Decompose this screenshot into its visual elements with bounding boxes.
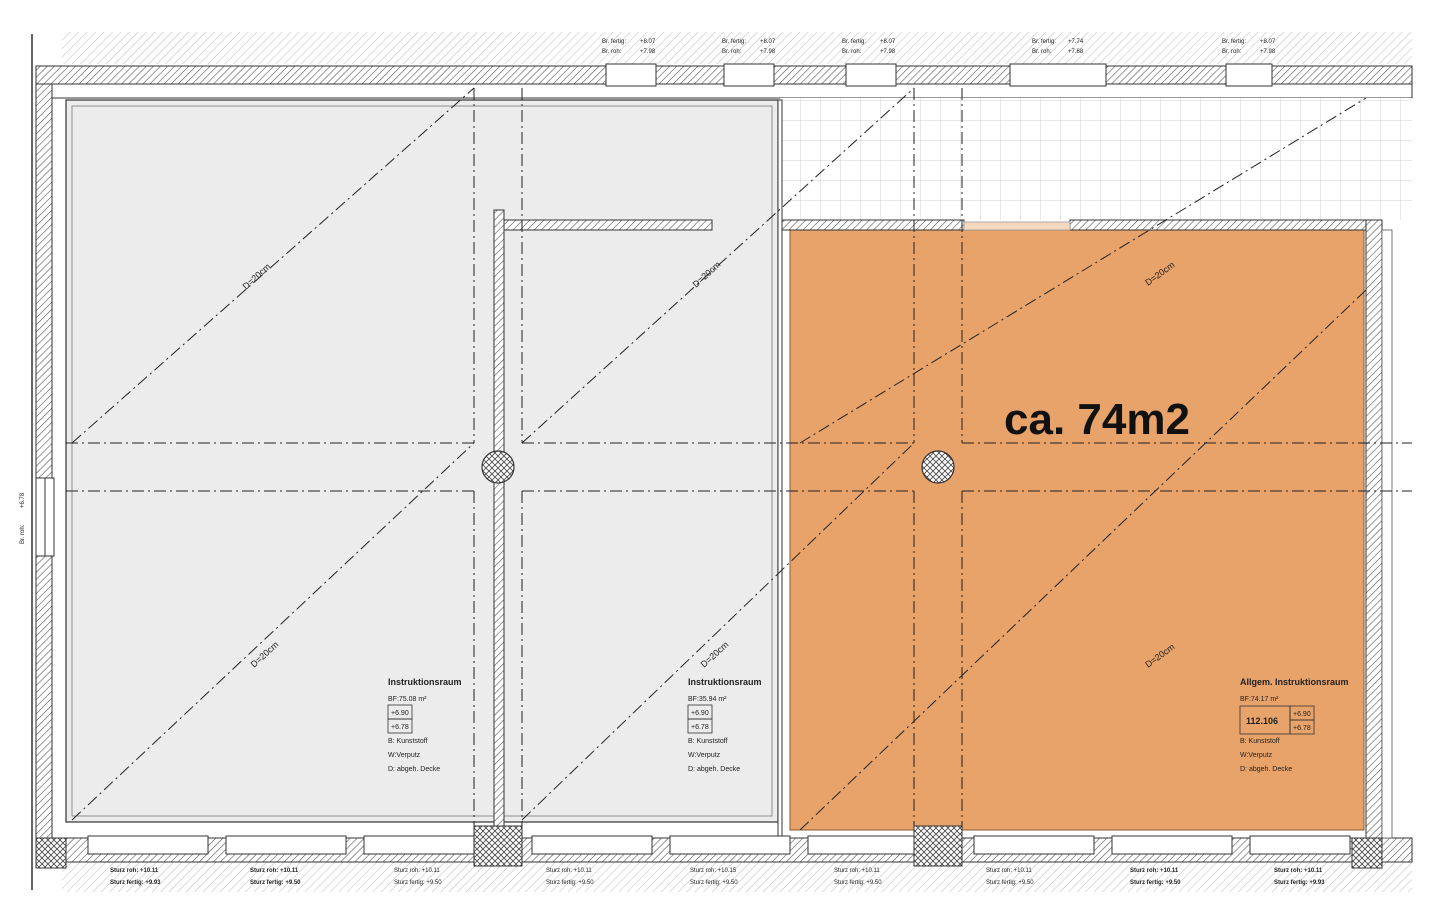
- svg-text:Sturz fertig: +9.50: Sturz fertig: +9.50: [690, 880, 738, 886]
- left-window-value: +6.78: [20, 492, 26, 508]
- svg-text:Br. fertig:: Br. fertig:: [1032, 39, 1056, 45]
- tiled-corridor: [780, 98, 1412, 220]
- column-left: [481, 450, 515, 484]
- exterior-band-bottom: [62, 862, 1412, 892]
- room-left: [65, 99, 779, 823]
- room-ceiling: D: abgeh. Decke: [1240, 766, 1292, 773]
- svg-text:Sturz fertig: +9.50: Sturz fertig: +9.50: [834, 880, 882, 886]
- svg-text:+7.98: +7.98: [1260, 49, 1276, 55]
- exterior-band-top: [62, 32, 1412, 64]
- svg-text:Sturz fertig: +9.93: Sturz fertig: +9.93: [110, 880, 161, 886]
- svg-text:+7.74: +7.74: [1068, 39, 1084, 45]
- wall-room3-right: [1365, 219, 1383, 839]
- svg-text:Sturz fertig: +9.50: Sturz fertig: +9.50: [1130, 880, 1181, 886]
- room-level-bottom: +6.78: [691, 724, 709, 731]
- room-area: BF:35.94 m²: [688, 696, 727, 703]
- room-area: BF:75.08 m²: [388, 696, 427, 703]
- svg-text:+8.07: +8.07: [640, 39, 656, 45]
- svg-text:+7.98: +7.98: [880, 49, 896, 55]
- bottom-windows: [87, 835, 1351, 855]
- wall-right-outer: [1381, 229, 1393, 839]
- partition-wall-vertical: [493, 209, 505, 827]
- svg-text:Br. fertig:: Br. fertig:: [722, 39, 746, 45]
- svg-text:Sturz roh: +10.11: Sturz roh: +10.11: [1274, 868, 1323, 874]
- svg-text:+7.98: +7.98: [760, 49, 776, 55]
- wall-room3-top-right: [1069, 219, 1383, 231]
- svg-text:Sturz roh: +10.15: Sturz roh: +10.15: [690, 868, 737, 874]
- svg-text:+8.07: +8.07: [1260, 39, 1276, 45]
- door-opening: [963, 221, 1071, 231]
- left-window-label: Br. roh:: [20, 524, 26, 544]
- svg-text:+7.98: +7.98: [640, 49, 656, 55]
- svg-text:+8.07: +8.07: [760, 39, 776, 45]
- room-area: BF:74.17 m²: [1240, 696, 1279, 703]
- room-ceiling: D: abgeh. Decke: [688, 766, 740, 773]
- svg-text:Br. fertig:: Br. fertig:: [602, 39, 626, 45]
- room-number: 112.106: [1246, 716, 1278, 726]
- svg-text:Br. roh:: Br. roh:: [1222, 49, 1242, 55]
- room-level-bottom: +6.78: [391, 724, 409, 731]
- room-wall: W:Verputz: [688, 752, 721, 759]
- room-level-top: +6.90: [1293, 711, 1311, 718]
- room-level-bottom: +6.78: [1293, 725, 1311, 732]
- room-name: Instruktionsraum: [688, 677, 762, 687]
- wall-room3-top-left: [781, 219, 965, 231]
- svg-text:Sturz roh: +10.11: Sturz roh: +10.11: [1130, 868, 1179, 874]
- svg-text:Br. fertig:: Br. fertig:: [1222, 39, 1246, 45]
- room-floor: B: Kunststoff: [1240, 738, 1280, 745]
- svg-text:Sturz fertig: +9.50: Sturz fertig: +9.50: [250, 880, 301, 886]
- svg-text:Sturz fertig: +9.50: Sturz fertig: +9.50: [546, 880, 594, 886]
- floor-plan: D=20cm D=20cm D=20cm D=20cm D=20cm D=20c…: [20, 32, 1413, 892]
- svg-text:Sturz roh: +10.11: Sturz roh: +10.11: [394, 868, 440, 874]
- room-wall: W:Verputz: [388, 752, 421, 759]
- svg-text:Sturz roh: +10.11: Sturz roh: +10.11: [110, 868, 159, 874]
- room-floor: B: Kunststoff: [688, 738, 728, 745]
- svg-text:Br. roh:: Br. roh:: [722, 49, 742, 55]
- svg-text:Sturz fertig: +9.93: Sturz fertig: +9.93: [1274, 880, 1325, 886]
- svg-text:Br. fertig:: Br. fertig:: [842, 39, 866, 45]
- svg-text:Sturz fertig: +9.50: Sturz fertig: +9.50: [394, 880, 442, 886]
- svg-text:Br. roh:: Br. roh:: [1032, 49, 1052, 55]
- svg-text:Sturz roh: +10.11: Sturz roh: +10.11: [834, 868, 880, 874]
- partition-wall-horizontal: [503, 219, 713, 231]
- svg-text:Br. roh:: Br. roh:: [602, 49, 622, 55]
- room-level-top: +6.90: [391, 710, 409, 717]
- room-name: Allgem. Instruktionsraum: [1240, 677, 1349, 687]
- svg-text:Sturz roh: +10.11: Sturz roh: +10.11: [986, 868, 1032, 874]
- area-annotation: ca. 74m2: [1004, 395, 1190, 444]
- svg-text:+7.68: +7.68: [1068, 49, 1084, 55]
- room-ceiling: D: abgeh. Decke: [388, 766, 440, 773]
- room-wall: W:Verputz: [1240, 752, 1273, 759]
- svg-text:Sturz fertig: +9.50: Sturz fertig: +9.50: [986, 880, 1034, 886]
- wall-left: [35, 83, 53, 845]
- svg-text:Sturz roh: +10.11: Sturz roh: +10.11: [546, 868, 592, 874]
- svg-text:Br. roh:: Br. roh:: [842, 49, 862, 55]
- svg-text:Sturz roh: +10.11: Sturz roh: +10.11: [250, 868, 299, 874]
- room-name: Instruktionsraum: [388, 677, 462, 687]
- svg-text:+8.07: +8.07: [880, 39, 896, 45]
- room-floor: B: Kunststoff: [388, 738, 428, 745]
- column-right: [921, 450, 955, 484]
- room-level-top: +6.90: [691, 710, 709, 717]
